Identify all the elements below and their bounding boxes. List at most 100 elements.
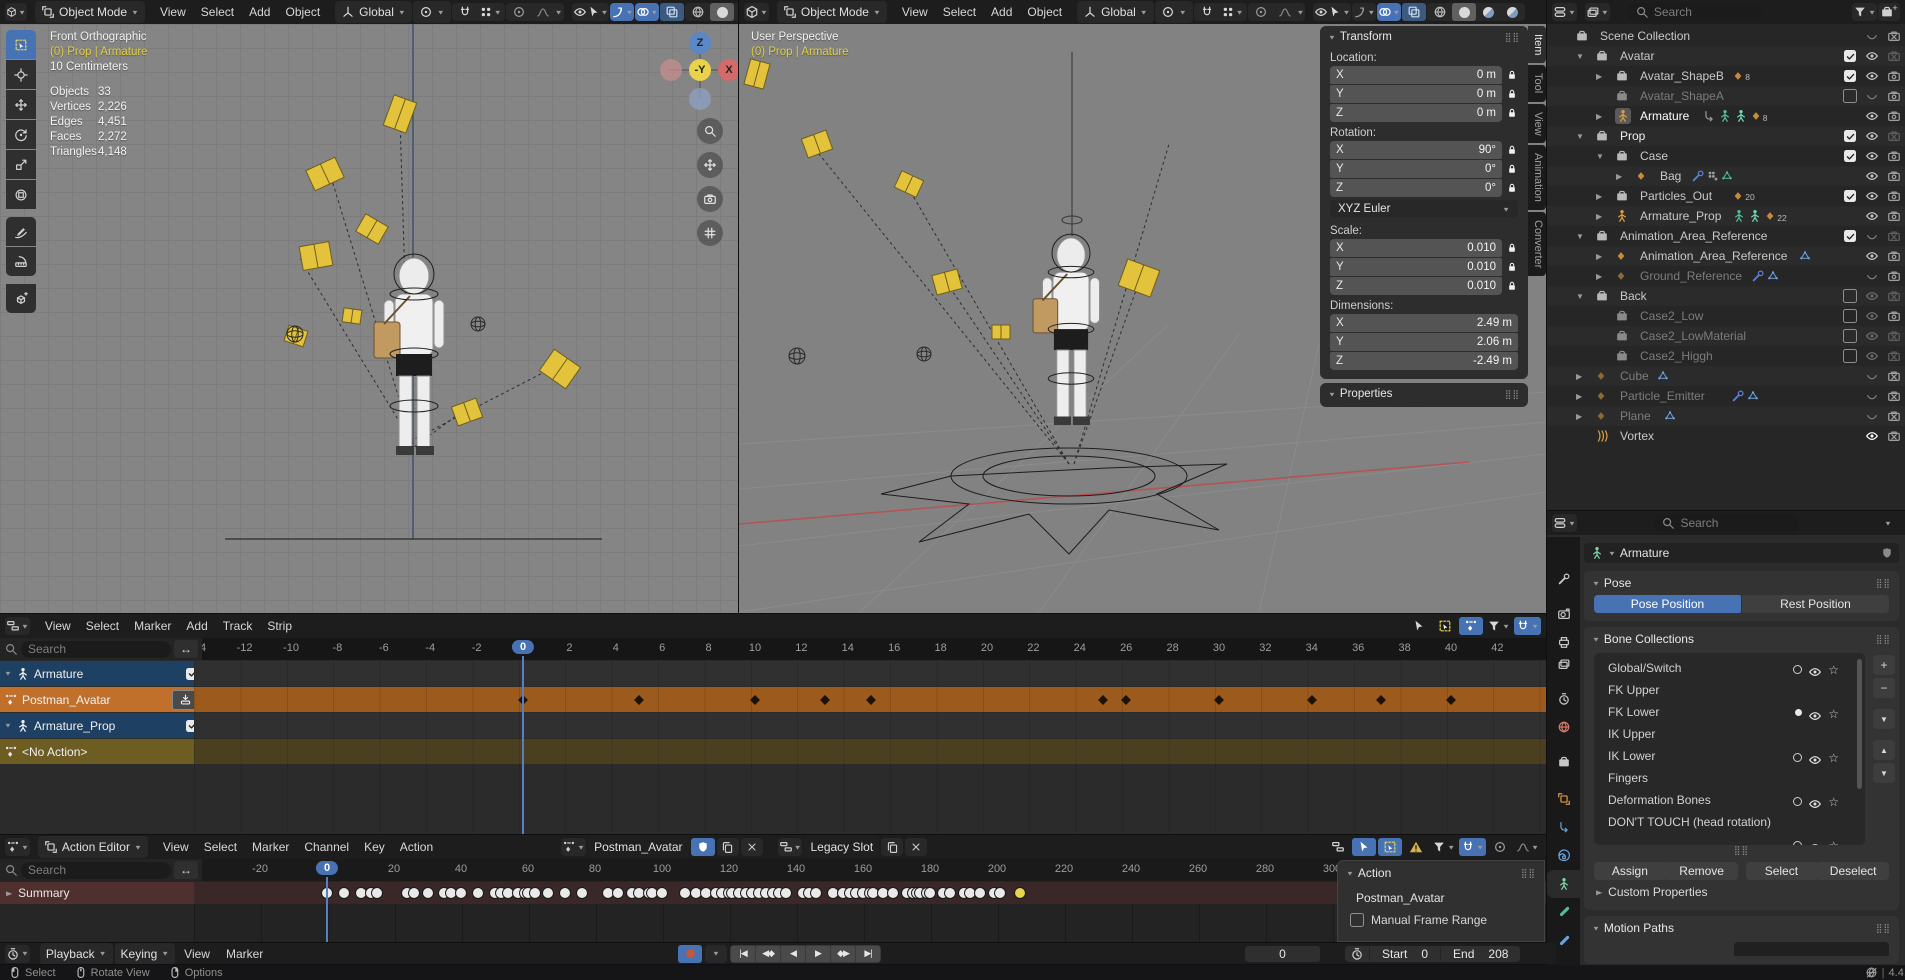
outliner-filter-button[interactable]: ▼ <box>1852 3 1877 21</box>
rotation-z-field[interactable]: Z0° <box>1330 179 1502 197</box>
collection-checkbox-checked[interactable] <box>1844 130 1856 142</box>
expand-arrow-icon[interactable]: ▶ <box>1616 172 1622 181</box>
lock-icon[interactable] <box>1506 182 1518 194</box>
star-icon[interactable]: ☆ <box>1828 841 1839 845</box>
collapse-arrow-icon[interactable]: ▼ <box>1576 132 1584 141</box>
gizmo-negx-axis[interactable] <box>660 59 682 81</box>
eye-open-icon[interactable] <box>1865 209 1879 223</box>
chevron-down-icon[interactable]: ▼ <box>1592 924 1600 931</box>
rotate-tool[interactable] <box>6 120 36 149</box>
scale-tool[interactable] <box>6 150 36 179</box>
outliner-search-input[interactable]: Search <box>1627 3 1761 21</box>
nla-channel[interactable]: ▼Armature_Prop <box>0 713 202 738</box>
camera-disabled-icon[interactable] <box>1887 329 1901 343</box>
bone-collection-row[interactable]: Global/Switch☆ <box>1594 657 1865 679</box>
expand-channels-icon[interactable]: ↔ <box>174 861 198 879</box>
outliner-row[interactable]: Case2_Low <box>1547 306 1905 326</box>
rotation-mode-dropdown[interactable]: XYZ Euler▼ <box>1330 200 1518 218</box>
drag-handle-icon[interactable]: ⣿⣿ <box>1876 634 1891 645</box>
collapse-arrow-icon[interactable]: ▼ <box>4 722 12 729</box>
chevron-down-icon[interactable]: ▼ <box>1592 635 1600 642</box>
camera-visibility-icon[interactable] <box>1887 209 1901 223</box>
viewport-perspective-menu-object[interactable]: Object <box>1020 2 1069 22</box>
location-x-field[interactable]: X0 m <box>1330 66 1502 84</box>
fake-user-shield-icon[interactable] <box>1881 547 1893 559</box>
scale-z-field[interactable]: Z0.010 <box>1330 277 1502 295</box>
sidebar-tab-item[interactable]: Item <box>1528 26 1546 63</box>
properties-tab-tool[interactable] <box>1547 565 1580 593</box>
nla-keyframe-view-icon[interactable] <box>1459 617 1483 635</box>
nla-menu-add[interactable]: Add <box>179 616 214 636</box>
keyframe[interactable] <box>559 887 571 899</box>
viewport-perspective-menu-add[interactable]: Add <box>984 2 1019 22</box>
select-box-tool[interactable] <box>6 30 36 59</box>
expand-arrow-icon[interactable]: ▶ <box>1596 192 1602 201</box>
expand-arrow-icon[interactable]: ▶ <box>1576 372 1582 381</box>
navigation-gizmo[interactable]: Z-YX <box>660 30 738 120</box>
outliner-row[interactable]: ▶Armature8 <box>1547 106 1905 126</box>
expand-arrow-icon[interactable]: ▶ <box>1576 392 1582 401</box>
nla-menu-view[interactable]: View <box>38 616 78 636</box>
bone-collection-row[interactable]: IK Upper☆ <box>1594 723 1865 745</box>
keyframe[interactable] <box>810 887 822 899</box>
eye-open-icon[interactable] <box>1865 189 1879 203</box>
zoom-button[interactable] <box>697 118 723 144</box>
nla-playhead[interactable] <box>522 656 524 834</box>
summary-channel-header[interactable]: ▶Summary <box>0 882 206 904</box>
dimensions-z-field[interactable]: Z-2.49 m <box>1330 352 1518 370</box>
fake-user-shield-button[interactable] <box>691 838 715 856</box>
keyframe[interactable] <box>408 887 420 899</box>
outliner-row[interactable]: ▶Particles_Out20 <box>1547 186 1905 206</box>
annotate-tool[interactable] <box>6 217 36 246</box>
properties-editor-type-button[interactable]: ▼ <box>1552 514 1577 532</box>
viewport-front-gizmos-dropdown[interactable]: ▼ <box>610 3 634 21</box>
collection-checkbox-checked[interactable] <box>1844 190 1856 202</box>
play-button[interactable]: ▶ <box>806 946 830 962</box>
camera-disabled-icon[interactable] <box>1887 349 1901 363</box>
keyframe[interactable] <box>529 887 541 899</box>
lock-icon[interactable] <box>1506 261 1518 273</box>
eye-closed-icon[interactable] <box>1865 369 1879 383</box>
viewport-perspective-editor-type-button[interactable]: ▼ <box>744 3 769 21</box>
viewport-front-visibility-dropdown[interactable]: ▼ <box>572 3 610 21</box>
properties-tab-collection[interactable] <box>1547 748 1580 776</box>
dimensions-x-field[interactable]: X2.49 m <box>1330 314 1518 332</box>
viewport-perspective-menu-select[interactable]: Select <box>936 2 983 22</box>
viewport-front-orientation-dropdown[interactable]: Global▼ <box>335 1 412 23</box>
auto-keying-dropdown[interactable]: ▼ <box>705 945 727 963</box>
dope-layers-icon[interactable] <box>1326 838 1350 856</box>
collection-checkbox-unchecked[interactable] <box>1843 349 1857 363</box>
pose-position-button[interactable]: Pose Position <box>1594 595 1741 613</box>
assign-button[interactable]: Assign <box>1594 862 1666 880</box>
nla-current-frame[interactable]: 0 <box>512 640 534 654</box>
bone-collection-row[interactable]: DON'T TOUCH (head rotation)☆ <box>1594 811 1865 833</box>
expand-arrow-icon[interactable]: ▶ <box>1596 252 1602 261</box>
viewport-front-snap-target-dropdown[interactable]: ▼ <box>477 3 504 21</box>
keyframe[interactable] <box>656 887 668 899</box>
camera-excluded-icon[interactable] <box>1887 409 1901 423</box>
dope-proportional-icon[interactable] <box>1488 838 1512 856</box>
lock-icon[interactable] <box>1506 242 1518 254</box>
properties-tab-render[interactable] <box>1547 600 1580 628</box>
proportional-edit-icon[interactable] <box>507 3 531 21</box>
move-down-button[interactable]: ▼ <box>1873 763 1895 783</box>
cursor-tool[interactable] <box>6 60 36 89</box>
keyframe[interactable] <box>542 887 554 899</box>
gizmo-z-axis[interactable]: Z <box>689 32 711 54</box>
viewport-perspective-snap-target-dropdown[interactable]: ▼ <box>1219 3 1246 21</box>
outliner-row[interactable]: Case2_LowMaterial <box>1547 326 1905 346</box>
timeline-menu-view[interactable]: View <box>177 944 217 964</box>
slot-name-field[interactable]: Legacy Slot <box>804 836 879 858</box>
nla-channel[interactable]: Postman_Avatar <box>0 687 202 712</box>
drag-handle-icon[interactable]: ⣿⣿ <box>1876 578 1891 589</box>
solo-dot-icon[interactable] <box>1793 841 1802 845</box>
keyframe[interactable] <box>974 887 986 899</box>
timeline-menu-marker[interactable]: Marker <box>219 944 270 964</box>
outliner-row[interactable]: ▶Bag <box>1547 166 1905 186</box>
eye-open-icon[interactable] <box>1865 169 1879 183</box>
nla-cursor-tool-icon[interactable] <box>1407 617 1431 635</box>
viewport-perspective-xray-toggle[interactable] <box>1402 3 1426 21</box>
properties-tab-bone[interactable] <box>1547 898 1580 926</box>
keyframe[interactable] <box>924 887 936 899</box>
lock-icon[interactable] <box>1506 107 1518 119</box>
